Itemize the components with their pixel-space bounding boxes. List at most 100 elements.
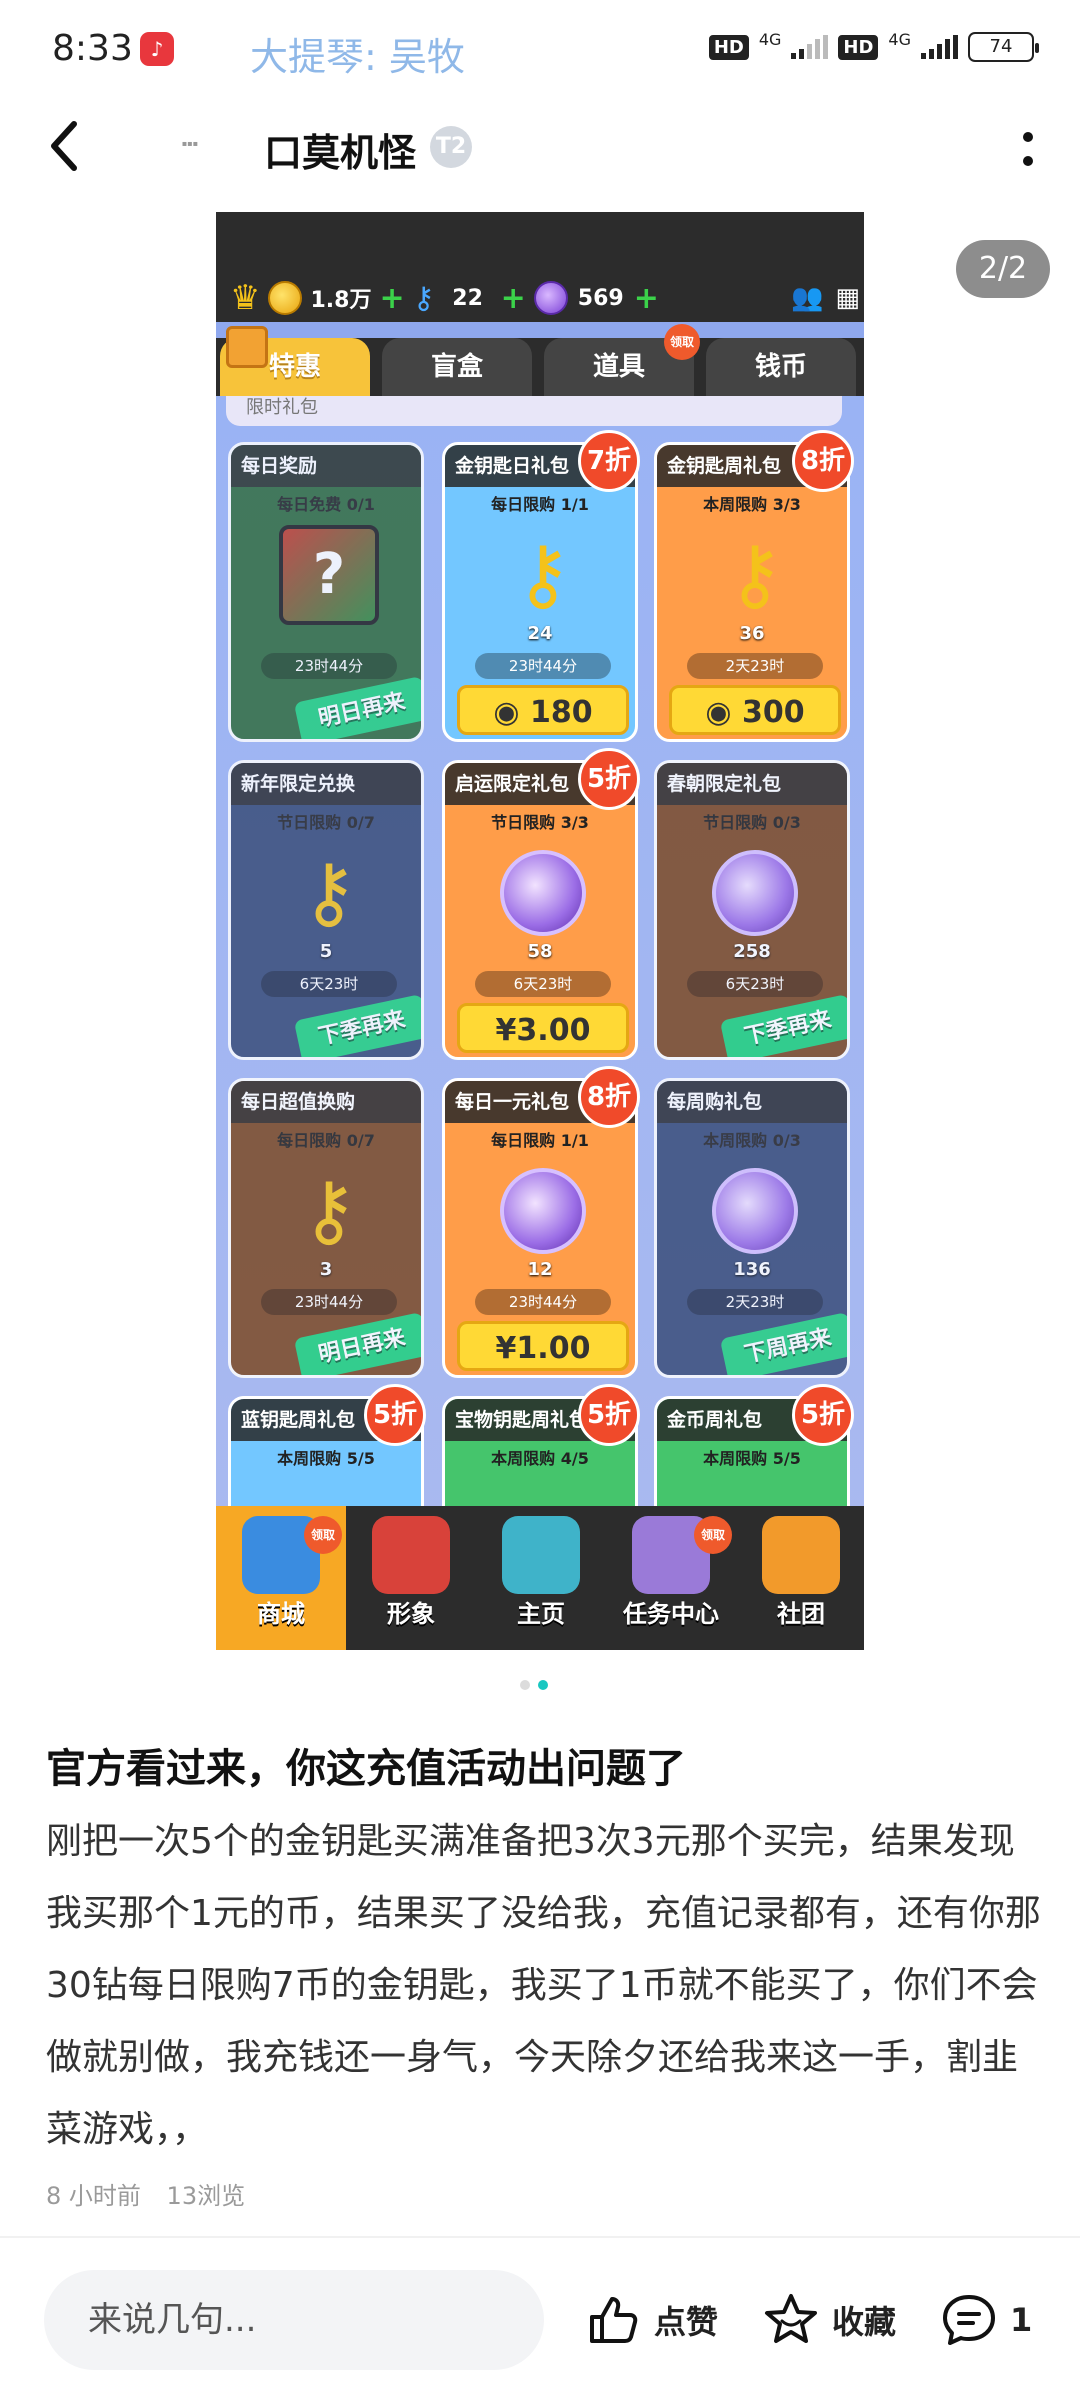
crown-icon: ♛ — [230, 278, 261, 318]
now-playing-text: 大提琴: 吴牧 — [250, 35, 465, 79]
offer-card: 新年限定兑换 节日限购 0/7 ⚷ 5 6天23时 下季再来 — [228, 760, 424, 1060]
sold-out-stamp: 下季再来 — [719, 993, 847, 1057]
post-title: 官方看过来，你这充值活动出问题了 — [46, 1746, 686, 1792]
apps-icon: ▦ — [835, 283, 860, 313]
discount-badge: 5折 — [364, 1384, 426, 1446]
timer: 6天23时 — [261, 971, 397, 997]
gold-key-icon: ⚷ — [300, 1166, 358, 1256]
comment-input[interactable]: 来说几句... — [44, 2270, 544, 2370]
post-header: ▪▪▪ 口莫机怪 T2 — [0, 100, 1080, 200]
comment-button[interactable]: 1 — [940, 2282, 1032, 2358]
thumbs-up-icon — [590, 2297, 638, 2343]
timer: 23时44分 — [475, 1289, 611, 1315]
key-count: 22 — [452, 285, 483, 311]
claim-badge: 领取 — [664, 324, 700, 360]
add-coin-icon: + — [379, 280, 405, 316]
sold-out-stamp: 下季再来 — [293, 993, 421, 1057]
level-badge: T2 — [430, 126, 472, 168]
tab-currency: 钱币 — [706, 338, 856, 396]
gift-icon — [226, 326, 268, 368]
claim-badge: 领取 — [694, 1516, 732, 1554]
more-options-button[interactable] — [1016, 124, 1040, 174]
skateboard-icon — [502, 1516, 580, 1594]
network-type-2: 4G — [888, 29, 911, 49]
like-label: 点赞 — [654, 2303, 719, 2341]
battery-icon: 74 — [968, 32, 1039, 62]
discount-badge: 5折 — [578, 748, 640, 810]
gem-icon — [533, 281, 568, 315]
game-top-bar: ♛ 1.8万 + ⚷ 22 + 569 + 👥 ▦ — [216, 212, 864, 322]
author-name[interactable]: 口莫机怪 — [264, 122, 416, 177]
gold-key-icon: ⚷ — [300, 848, 358, 938]
discount-badge: 8折 — [578, 1066, 640, 1128]
hd-badge: HD — [708, 34, 749, 60]
price-button: ¥3.00 — [457, 1003, 629, 1053]
key-icon: ⚷ — [412, 280, 435, 316]
discount-badge: 8折 — [792, 430, 854, 492]
music-app-icon: ♪ — [140, 32, 174, 66]
purple-coin-icon — [500, 850, 586, 936]
divider — [0, 2236, 1080, 2238]
coin-icon — [268, 281, 303, 315]
favorite-label: 收藏 — [832, 2303, 897, 2341]
post-meta: 8 小时前 13浏览 — [46, 2176, 263, 2211]
comment-count: 1 — [1010, 2301, 1033, 2339]
price-button: ◉ 300 — [669, 685, 841, 735]
sold-out-stamp: 明日再来 — [293, 675, 421, 739]
comment-icon — [943, 2295, 995, 2345]
timer: 2天23时 — [687, 1289, 823, 1315]
discount-badge: 7折 — [578, 430, 640, 492]
sold-out-stamp: 下周再来 — [719, 1311, 847, 1375]
timer: 6天23时 — [475, 971, 611, 997]
avatar[interactable]: ▪▪▪ — [160, 122, 220, 178]
gem-count: 569 — [577, 285, 624, 311]
section-strip: 限时礼包 — [226, 396, 842, 426]
add-key-icon: + — [500, 280, 526, 316]
status-bar: 8:33 ♪ 大提琴: 吴牧 HD 4G HD 4G 74 — [0, 0, 1080, 100]
signal-icon-2 — [921, 35, 958, 59]
signal-icon — [791, 35, 829, 59]
pager-dot — [520, 1680, 530, 1690]
add-gem-icon: + — [633, 280, 659, 316]
game-bottom-nav: 商城 领取 形象 主页 任务中心 领取 社团 — [216, 1506, 864, 1650]
status-icons: HD 4G HD 4G 74 — [708, 29, 1039, 62]
club-icon — [762, 1516, 840, 1594]
sold-out-stamp: 明日再来 — [293, 1311, 421, 1375]
tab-blind-box: 盲盒 — [382, 338, 532, 396]
price-button: ◉ 180 — [457, 685, 629, 735]
gold-key-icon: ⚷ — [726, 530, 784, 620]
chevron-left-icon — [51, 121, 77, 171]
status-time: 8:33 — [52, 28, 133, 69]
timer: 6天23时 — [687, 971, 823, 997]
purple-coin-icon — [500, 1168, 586, 1254]
network-type: 4G — [758, 29, 782, 49]
pager-dot-active — [538, 1680, 548, 1690]
post-time: 8 小时前 — [46, 2182, 141, 2210]
nav-club: 社团 — [736, 1506, 864, 1650]
purple-coin-icon — [712, 1168, 798, 1254]
timer: 23时44分 — [261, 1289, 397, 1315]
price-button: ¥1.00 — [457, 1321, 629, 1371]
timer: 2天23时 — [687, 653, 823, 679]
game-resources: ♛ 1.8万 + ⚷ 22 + 569 + 👥 ▦ — [230, 278, 860, 318]
image-counter: 2/2 — [956, 240, 1050, 298]
favorite-button[interactable]: 收藏 — [762, 2282, 896, 2358]
offer-card: 每周购礼包 本周限购 0/3 136 2天23时 下周再来 — [654, 1078, 850, 1378]
nav-home: 主页 — [476, 1506, 606, 1650]
like-button[interactable]: 点赞 — [584, 2282, 718, 2358]
tab-special-offer: 特惠 — [220, 326, 370, 396]
star-icon — [765, 2294, 817, 2343]
offer-card: 春朝限定礼包 节日限购 0/3 258 6天23时 下季再来 — [654, 760, 850, 1060]
gold-key-icon: ⚷ — [514, 530, 572, 620]
hd-badge-2: HD — [838, 34, 879, 60]
nav-shop: 商城 领取 — [216, 1506, 346, 1650]
game-shop-tabs: 特惠 盲盒 道具 领取 钱币 — [216, 324, 864, 396]
tab-items: 道具 领取 — [544, 324, 700, 396]
claim-badge: 领取 — [304, 1516, 342, 1554]
back-button[interactable] — [44, 118, 104, 178]
image-pager — [520, 1680, 548, 1690]
discount-badge: 5折 — [578, 1384, 640, 1446]
nav-avatar: 形象 — [346, 1506, 476, 1650]
post-image[interactable]: ♛ 1.8万 + ⚷ 22 + 569 + 👥 ▦ 特惠 盲盒 道具 领取 钱币 限… — [216, 212, 864, 1650]
offer-grid: 限时礼包 每日奖励 每日免费 0/1 ? 23时44分 明日再来 金钥匙日礼包 … — [216, 396, 864, 1650]
